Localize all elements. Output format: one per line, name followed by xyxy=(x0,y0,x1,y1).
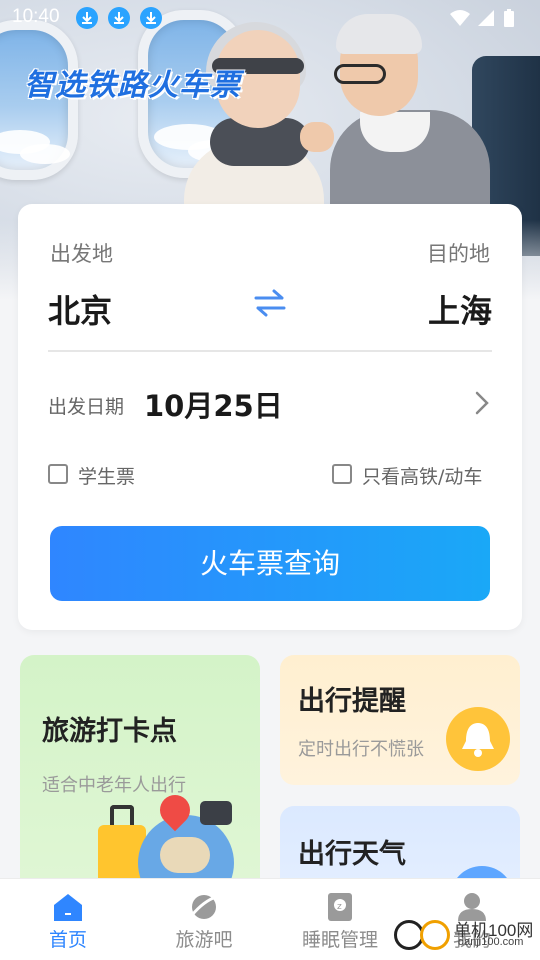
home-icon xyxy=(54,894,82,921)
status-bar: 10:40 xyxy=(0,0,540,36)
swap-cities-button[interactable] xyxy=(252,288,288,318)
nav-label: 旅游吧 xyxy=(175,929,233,951)
departure-label: 出发地 xyxy=(50,242,113,266)
ticket-search-card: 出发地 目的地 北京 上海 出发日期 10月25日 学生票 只看高铁/动车 火车… xyxy=(18,204,522,630)
tile-title: 旅游打卡点 xyxy=(42,716,177,747)
travel-reminder-tile[interactable]: 出行提醒 定时出行不慌张 xyxy=(280,655,520,785)
system-icons xyxy=(448,8,528,30)
tile-title: 出行提醒 xyxy=(298,686,406,717)
tile-title: 出行天气 xyxy=(298,839,406,870)
nav-label: 睡眠管理 xyxy=(301,929,378,951)
battery-icon xyxy=(504,9,514,27)
app-title: 智选铁路火车票 xyxy=(24,68,241,103)
checkbox-box[interactable] xyxy=(332,464,352,484)
chevron-right-icon xyxy=(474,390,490,420)
svg-text:z: z xyxy=(337,902,342,912)
watermark-url: danji100.com xyxy=(458,936,524,948)
download-icon xyxy=(76,7,98,29)
wifi-icon xyxy=(450,10,470,26)
nav-label: 首页 xyxy=(48,929,87,951)
tile-subtitle: 适合中老年人出行 xyxy=(42,775,186,796)
swap-icon xyxy=(254,289,286,317)
nav-sleep[interactable]: z 睡眠管理 xyxy=(286,879,394,960)
date-label: 出发日期 xyxy=(48,396,125,418)
divider xyxy=(48,350,492,352)
bell-icon xyxy=(446,707,510,771)
high-speed-only-label: 只看高铁/动车 xyxy=(362,466,483,488)
search-tickets-button[interactable]: 火车票查询 xyxy=(50,526,490,601)
high-speed-only-checkbox[interactable]: 只看高铁/动车 xyxy=(332,462,492,492)
watermark-logo-icon xyxy=(420,920,450,950)
tile-subtitle: 定时出行不慌张 xyxy=(298,739,424,760)
camera-icon xyxy=(200,801,232,825)
nav-home[interactable]: 首页 xyxy=(14,879,122,960)
date-value: 10月25日 xyxy=(144,389,283,423)
student-ticket-checkbox[interactable]: 学生票 xyxy=(48,462,168,492)
globe-land xyxy=(160,837,210,873)
departure-date-row[interactable]: 出发日期 10月25日 xyxy=(48,380,492,426)
sleep-icon: z xyxy=(328,893,352,921)
status-time: 10:40 xyxy=(12,6,60,27)
grandpa-hand xyxy=(300,122,334,152)
destination-label: 目的地 xyxy=(427,242,490,266)
destination-city[interactable]: 上海 xyxy=(428,286,492,332)
glasses xyxy=(334,64,386,84)
watermark: 单机100网 danji100.com xyxy=(392,916,538,952)
student-ticket-label: 学生票 xyxy=(78,466,136,488)
planet-icon xyxy=(190,895,217,919)
departure-city[interactable]: 北京 xyxy=(48,286,112,332)
download-icon xyxy=(140,7,162,29)
nav-travel[interactable]: 旅游吧 xyxy=(150,879,258,960)
download-icon xyxy=(108,7,130,29)
checkbox-box[interactable] xyxy=(48,464,68,484)
signal-icon xyxy=(478,10,494,26)
